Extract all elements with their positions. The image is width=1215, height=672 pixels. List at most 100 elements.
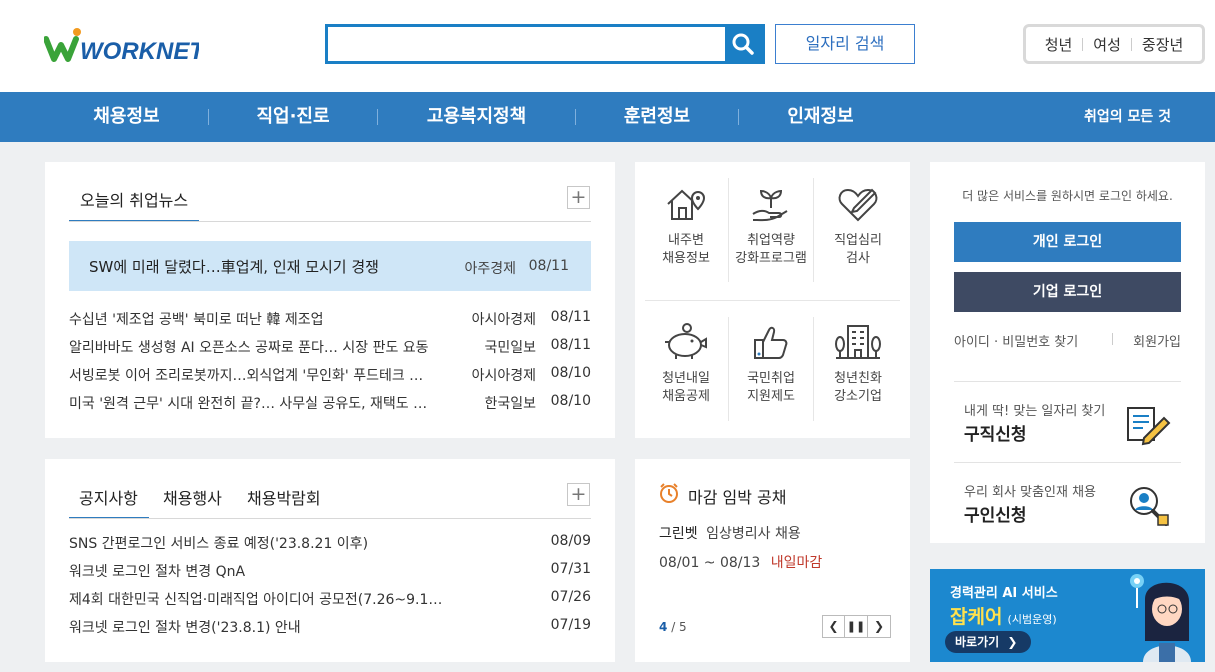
- search-button[interactable]: [725, 27, 762, 61]
- nav-all-menu[interactable]: 취업의 모든 것: [1084, 92, 1171, 142]
- tab-divider: [69, 221, 591, 222]
- news-more-button[interactable]: +: [567, 186, 590, 209]
- headline-title: SW에 미래 달렸다…車업계, 인재 모시기 경쟁: [89, 258, 379, 276]
- news-date: 08/11: [550, 337, 591, 353]
- segment-youth[interactable]: 청년: [1045, 34, 1073, 55]
- list-item[interactable]: 워크넷 로그인 절차 변경 QnA 07/31: [69, 561, 591, 581]
- notice-title: 제4회 대한민국 신직업·미래직업 아이디어 공모전(7.26~9.1…: [69, 592, 441, 608]
- notice-date: 07/31: [550, 561, 591, 577]
- thumbs-up-icon: [754, 326, 788, 359]
- service-label: 내주변: [668, 233, 704, 248]
- list-item[interactable]: SNS 간편로그인 서비스 종료 예정('23.8.21 이후) 08/09: [69, 533, 591, 553]
- heart-pencil-icon: [838, 188, 878, 222]
- divider: [1112, 333, 1113, 345]
- notice-title: 워크넷 로그인 절차 변경('23.8.1) 안내: [69, 620, 301, 636]
- pause-button[interactable]: ❚❚: [845, 615, 868, 638]
- deadline-job: 임상병리사 채용: [706, 526, 801, 542]
- woman-illustration: [1130, 574, 1191, 662]
- divider: [954, 381, 1181, 382]
- deadline-panel: 마감 임박 공채 그린벳 임상병리사 채용 08/01 ~ 08/13 내일마감…: [635, 459, 910, 662]
- nav-item-training[interactable]: 훈련정보: [576, 92, 738, 142]
- deadline-period: 08/01 ~ 08/13: [659, 555, 761, 571]
- job-search-button[interactable]: 일자리 검색: [775, 24, 915, 64]
- main-nav: 채용정보 직업·진로 고용복지정책 훈련정보 인재정보 취업의 모든 것: [0, 92, 1215, 142]
- deadline-period-row: 08/01 ~ 08/13 내일마감: [659, 552, 822, 572]
- services-panel: 내주변 채용정보 취업역량 강화프로그램 직업심리 검사 청년내일 채움공제 국…: [635, 162, 910, 438]
- next-button[interactable]: ❯: [868, 615, 891, 638]
- list-item[interactable]: 수십년 '제조업 공백' 북미로 떠난 韓 제조업 아시아경제 08/11: [69, 309, 591, 329]
- job-apply-sub: 내게 딱! 맞는 일자리 찾기: [964, 404, 1106, 419]
- service-youth-savings[interactable]: 청년내일 채움공제: [643, 322, 729, 406]
- talent-apply-title: 구인신청: [964, 506, 1027, 526]
- list-item[interactable]: 알리바바도 생성형 AI 오픈소스 공짜로 푼다… 시장 판도 요동 국민일보 …: [69, 337, 591, 357]
- deadline-company: 그린벳: [659, 526, 698, 542]
- find-account-link[interactable]: 아이디 · 비밀번호 찾기: [954, 331, 1078, 350]
- deadline-job-item[interactable]: 그린벳 임상병리사 채용: [659, 523, 801, 543]
- notice-date: 07/26: [550, 589, 591, 605]
- news-headline[interactable]: SW에 미래 달렸다…車업계, 인재 모시기 경쟁 아주경제 08/11: [69, 241, 591, 291]
- service-youth-friendly-companies[interactable]: 청년친화 강소기업: [815, 322, 901, 406]
- news-title: 미국 '원격 근무' 시대 완전히 끝?… 사무실 공유도, 재택도 …: [69, 396, 428, 412]
- prev-button[interactable]: ❮: [822, 615, 845, 638]
- chevron-right-icon: ❯: [873, 619, 885, 633]
- nav-item-talent[interactable]: 인재정보: [739, 92, 902, 142]
- tab-notices[interactable]: 공지사항: [79, 485, 138, 509]
- news-title: 수십년 '제조업 공백' 북미로 떠난 韓 제조업: [69, 312, 324, 328]
- tab-divider: [69, 518, 591, 519]
- banner-line2-row: 잡케어 (시범운영): [950, 602, 1057, 629]
- headline-date: 08/11: [528, 258, 569, 274]
- service-capability-program[interactable]: 취업역량 강화프로그램: [728, 184, 814, 268]
- news-date: 08/10: [550, 365, 591, 381]
- search-box: [325, 24, 765, 64]
- service-label: 강화프로그램: [735, 251, 807, 266]
- divider: [1130, 37, 1132, 51]
- banner-go-button[interactable]: 바로가기 ❯: [945, 631, 1031, 653]
- notices-panel: 공지사항 채용행사 채용박람회 + SNS 간편로그인 서비스 종료 예정('2…: [45, 459, 615, 662]
- notices-more-button[interactable]: +: [567, 483, 590, 506]
- audience-selector: 청년 여성 중장년: [1023, 24, 1205, 64]
- personal-login-button[interactable]: 개인 로그인: [954, 222, 1181, 262]
- service-label: 청년친화: [834, 371, 882, 386]
- notice-date: 08/09: [550, 533, 591, 549]
- tab-today-news[interactable]: 오늘의 취업뉴스: [80, 187, 188, 211]
- list-item[interactable]: 제4회 대한민국 신직업·미래직업 아이디어 공모전(7.26~9.1… 07/…: [69, 589, 591, 609]
- service-psych-test[interactable]: 직업심리 검사: [815, 184, 901, 268]
- deadline-badge: 내일마감: [770, 555, 823, 571]
- notice-date: 07/19: [550, 617, 591, 633]
- service-label: 취업역량: [747, 233, 795, 248]
- segment-middle-aged[interactable]: 중장년: [1142, 34, 1183, 55]
- pause-icon: ❚❚: [846, 620, 866, 633]
- divider: [645, 300, 900, 301]
- sprout-hand-icon: [752, 189, 788, 222]
- nav-item-welfare-policy[interactable]: 고용복지정책: [378, 92, 575, 142]
- service-label: 국민취업: [747, 371, 795, 386]
- login-prompt: 더 많은 서비스를 원하시면 로그인 하세요.: [962, 189, 1173, 203]
- service-national-employment[interactable]: 국민취업 지원제도: [728, 322, 814, 406]
- list-item[interactable]: 미국 '원격 근무' 시대 완전히 끝?… 사무실 공유도, 재택도 … 한국일…: [69, 393, 591, 413]
- nav-item-career[interactable]: 직업·진로: [209, 92, 377, 142]
- jobcare-banner[interactable]: 경력관리 AI 서비스 잡케어 (시범운영) 바로가기 ❯: [930, 569, 1205, 662]
- divider: [954, 462, 1181, 463]
- news-source: 한국일보: [484, 396, 536, 412]
- search-icon: [732, 33, 754, 55]
- search-input[interactable]: [328, 27, 723, 61]
- nav-item-jobs[interactable]: 채용정보: [45, 92, 208, 142]
- business-login-button[interactable]: 기업 로그인: [954, 272, 1181, 312]
- news-source: 국민일보: [484, 340, 536, 356]
- job-seeker-apply[interactable]: 내게 딱! 맞는 일자리 찾기 구직신청: [954, 388, 1181, 463]
- tab-recruit-events[interactable]: 채용행사: [163, 485, 222, 509]
- list-item[interactable]: 서빙로봇 이어 조리로봇까지…외식업계 '무인화' 푸드테크 … 아시아경제 0…: [69, 365, 591, 385]
- logo-text: WORKNET: [80, 38, 199, 65]
- service-nearby-jobs[interactable]: 내주변 채용정보: [643, 184, 729, 268]
- employer-apply[interactable]: 우리 회사 맞춤인재 채용 구인신청: [954, 467, 1181, 542]
- news-source: 아시아경제: [471, 368, 536, 384]
- tab-job-fairs[interactable]: 채용박람회: [247, 485, 321, 509]
- news-title: 알리바바도 생성형 AI 오픈소스 공짜로 푼다… 시장 판도 요동: [69, 340, 429, 356]
- job-apply-title: 구직신청: [964, 425, 1027, 445]
- list-item[interactable]: 워크넷 로그인 절차 변경('23.8.1) 안내 07/19: [69, 617, 591, 637]
- worknet-logo[interactable]: WORKNET: [43, 27, 206, 67]
- signup-link[interactable]: 회원가입: [1133, 331, 1181, 350]
- service-label: 청년내일: [662, 371, 710, 386]
- news-date: 08/11: [550, 309, 591, 325]
- segment-women[interactable]: 여성: [1093, 34, 1121, 55]
